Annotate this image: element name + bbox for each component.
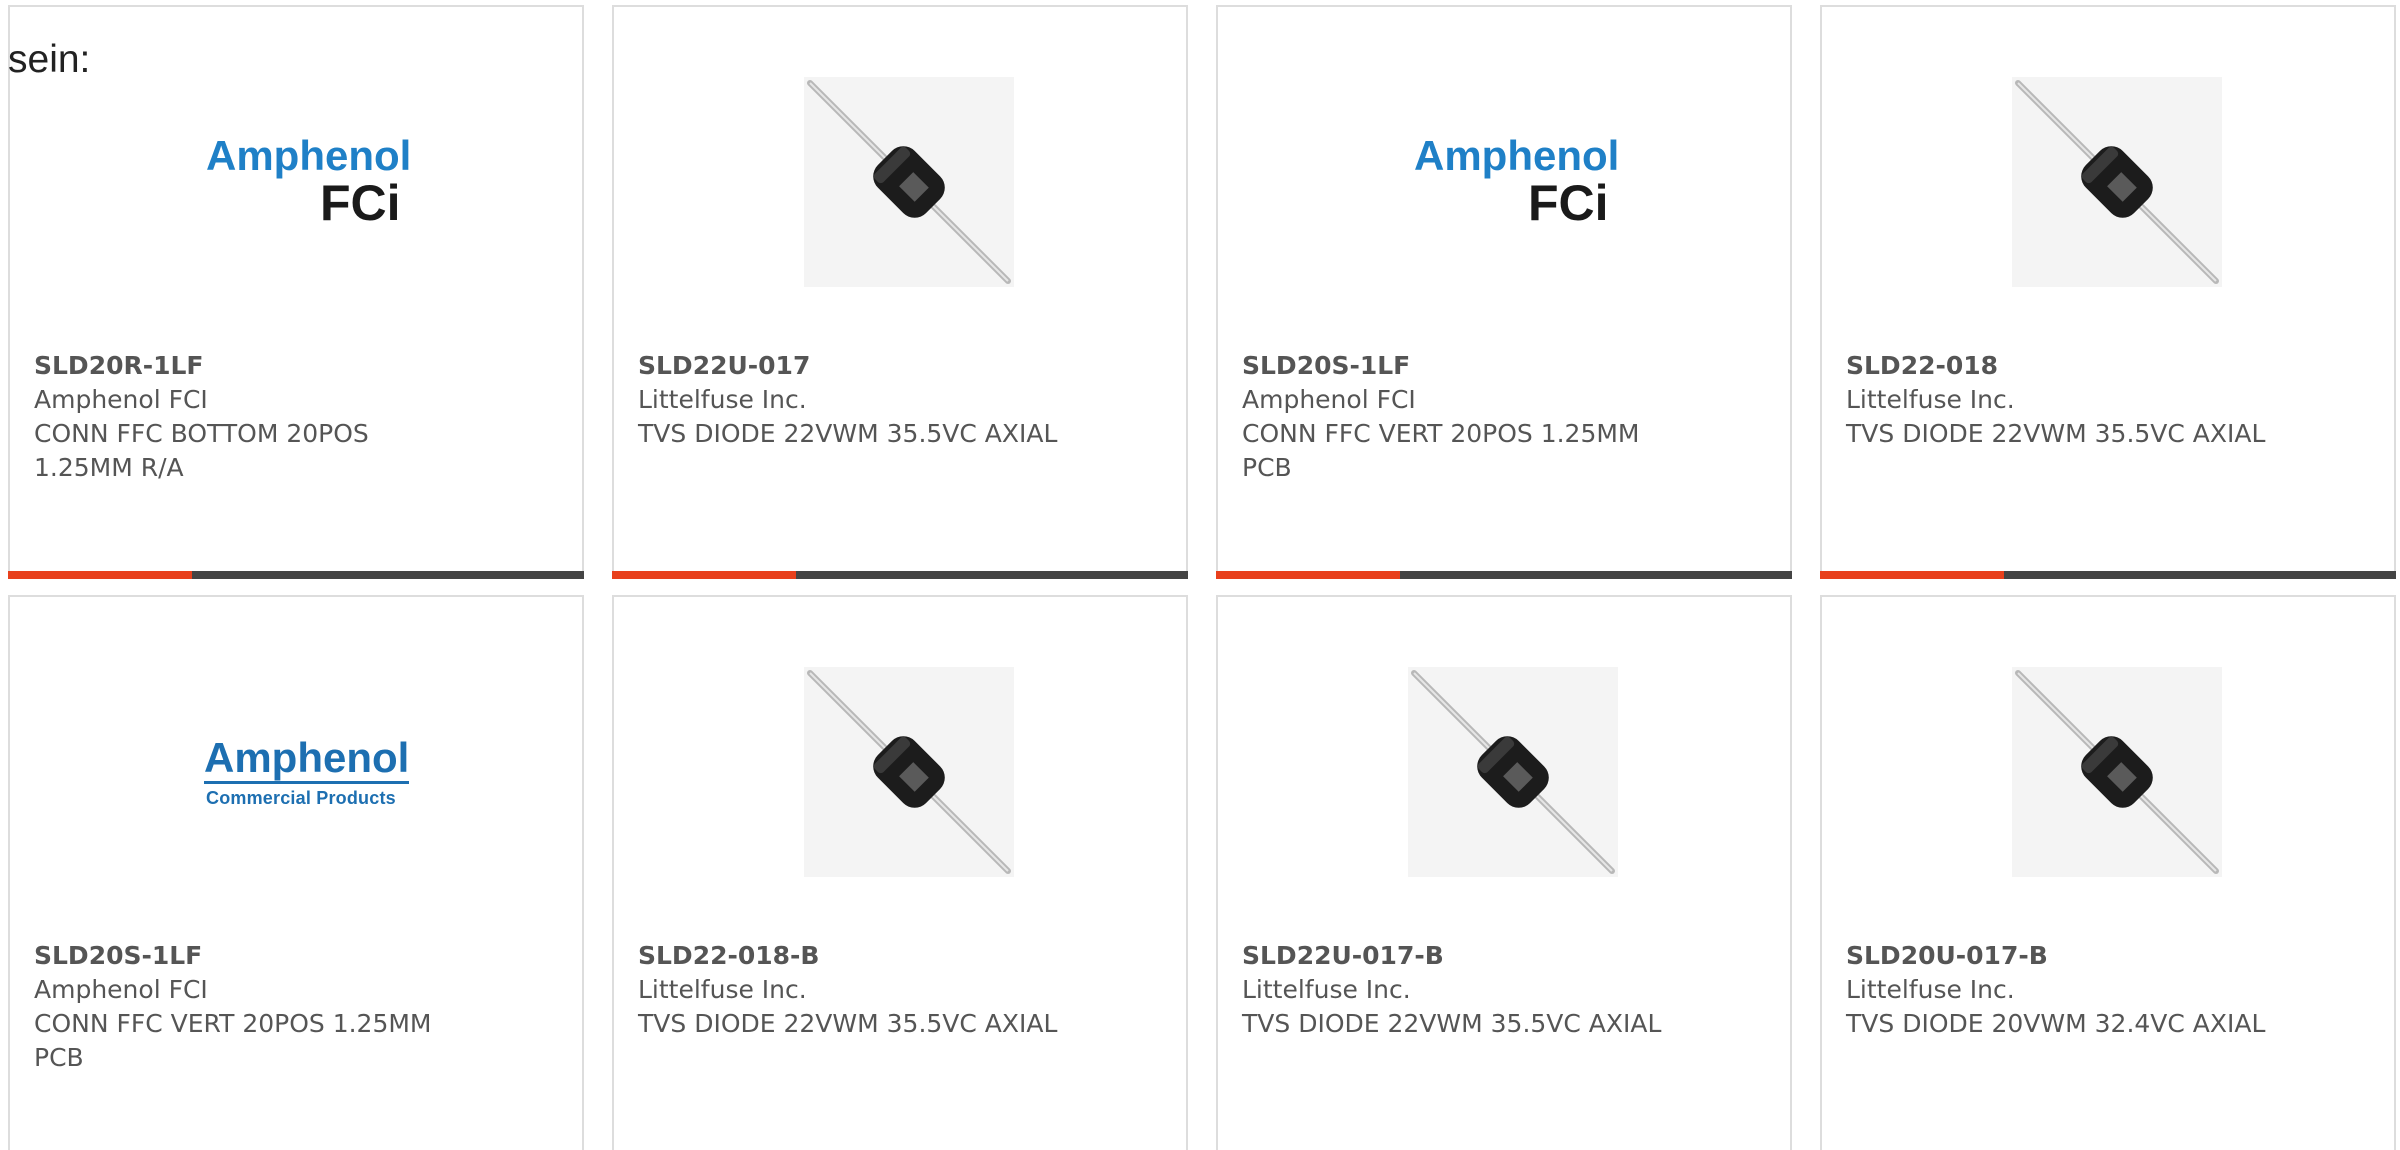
manufacturer: Littelfuse Inc. bbox=[638, 385, 807, 414]
product-image[interactable] bbox=[614, 7, 1186, 317]
manufacturer: Littelfuse Inc. bbox=[1846, 975, 2015, 1004]
product-info: SLD22U-017-B Littelfuse Inc. TVS DIODE 2… bbox=[1242, 939, 1766, 1041]
description: TVS DIODE 22VWM 35.5VC AXIAL bbox=[1242, 1009, 1662, 1038]
axial-diode-image bbox=[804, 667, 1014, 877]
product-card[interactable]: Amphenol FCi SLD20R-1LF Amphenol FCI CON… bbox=[8, 5, 584, 579]
product-image[interactable] bbox=[1822, 7, 2394, 317]
product-card[interactable]: Amphenol FCi SLD20S-1LF Amphenol FCI CON… bbox=[1216, 5, 1792, 579]
axial-diode-image bbox=[2012, 77, 2222, 287]
product-image[interactable] bbox=[614, 597, 1186, 907]
product-card[interactable]: SLD22U-017 Littelfuse Inc. TVS DIODE 22V… bbox=[612, 5, 1188, 579]
amphenol-fci-logo: Amphenol FCi bbox=[1414, 132, 1620, 231]
part-number-link[interactable]: SLD20U-017-B bbox=[1846, 939, 2370, 973]
part-number-link[interactable]: SLD22-018-B bbox=[638, 939, 1162, 973]
product-card[interactable]: SLD20U-017-B Littelfuse Inc. TVS DIODE 2… bbox=[1820, 595, 2396, 1150]
card-footer-bar bbox=[8, 571, 584, 579]
manufacturer: Amphenol FCI bbox=[1242, 385, 1416, 414]
product-card[interactable]: SLD22-018 Littelfuse Inc. TVS DIODE 22VW… bbox=[1820, 5, 2396, 579]
accent-bar bbox=[1216, 571, 1400, 579]
part-number-link[interactable]: SLD22U-017 bbox=[638, 349, 1162, 383]
product-image[interactable] bbox=[1822, 597, 2394, 907]
product-info: SLD22U-017 Littelfuse Inc. TVS DIODE 22V… bbox=[638, 349, 1162, 451]
product-info: SLD20R-1LF Amphenol FCI CONN FFC BOTTOM … bbox=[34, 349, 558, 485]
product-card[interactable]: SLD22-018-B Littelfuse Inc. TVS DIODE 22… bbox=[612, 595, 1188, 1150]
description: TVS DIODE 20VWM 32.4VC AXIAL bbox=[1846, 1009, 2266, 1038]
description: TVS DIODE 22VWM 35.5VC AXIAL bbox=[638, 1009, 1058, 1038]
accent-bar bbox=[612, 571, 796, 579]
card-footer-bar bbox=[1216, 571, 1792, 579]
product-info: SLD22-018 Littelfuse Inc. TVS DIODE 22VW… bbox=[1846, 349, 2370, 451]
product-image[interactable]: Amphenol FCi bbox=[1218, 7, 1790, 317]
accent-bar bbox=[8, 571, 192, 579]
part-number-link[interactable]: SLD20R-1LF bbox=[34, 349, 558, 383]
amphenol-fci-logo: Amphenol FCi bbox=[206, 132, 412, 231]
amphenol-commercial-products-logo: Amphenol Commercial Products bbox=[204, 734, 410, 808]
manufacturer: Littelfuse Inc. bbox=[1242, 975, 1411, 1004]
manufacturer: Littelfuse Inc. bbox=[1846, 385, 2015, 414]
card-footer-bar bbox=[612, 571, 1188, 579]
manufacturer: Littelfuse Inc. bbox=[638, 975, 807, 1004]
product-info: SLD20S-1LF Amphenol FCI CONN FFC VERT 20… bbox=[34, 939, 558, 1075]
description: CONN FFC BOTTOM 20POS 1.25MM R/A bbox=[34, 419, 369, 482]
description: TVS DIODE 22VWM 35.5VC AXIAL bbox=[1846, 419, 2266, 448]
description: CONN FFC VERT 20POS 1.25MM PCB bbox=[1242, 419, 1640, 482]
card-footer-bar bbox=[1820, 571, 2396, 579]
accent-bar bbox=[1820, 571, 2004, 579]
product-image[interactable]: Amphenol FCi bbox=[10, 7, 582, 317]
intro-text: sein: bbox=[8, 38, 91, 81]
product-image[interactable] bbox=[1218, 597, 1790, 907]
product-image[interactable]: Amphenol Commercial Products bbox=[10, 597, 582, 907]
part-number-link[interactable]: SLD20S-1LF bbox=[34, 939, 558, 973]
axial-diode-image bbox=[804, 77, 1014, 287]
part-number-link[interactable]: SLD22U-017-B bbox=[1242, 939, 1766, 973]
part-number-link[interactable]: SLD22-018 bbox=[1846, 349, 2370, 383]
axial-diode-image bbox=[2012, 667, 2222, 877]
product-info: SLD20U-017-B Littelfuse Inc. TVS DIODE 2… bbox=[1846, 939, 2370, 1041]
part-number-link[interactable]: SLD20S-1LF bbox=[1242, 349, 1766, 383]
product-info: SLD22-018-B Littelfuse Inc. TVS DIODE 22… bbox=[638, 939, 1162, 1041]
description: TVS DIODE 22VWM 35.5VC AXIAL bbox=[638, 419, 1058, 448]
manufacturer: Amphenol FCI bbox=[34, 385, 208, 414]
description: CONN FFC VERT 20POS 1.25MM PCB bbox=[34, 1009, 432, 1072]
product-info: SLD20S-1LF Amphenol FCI CONN FFC VERT 20… bbox=[1242, 349, 1766, 485]
product-card[interactable]: SLD22U-017-B Littelfuse Inc. TVS DIODE 2… bbox=[1216, 595, 1792, 1150]
product-grid-page: sein: Amphenol FCi SLD20R-1LF Amphenol F… bbox=[0, 0, 2400, 1150]
manufacturer: Amphenol FCI bbox=[34, 975, 208, 1004]
product-card[interactable]: Amphenol Commercial Products SLD20S-1LF … bbox=[8, 595, 584, 1150]
axial-diode-image bbox=[1408, 667, 1618, 877]
